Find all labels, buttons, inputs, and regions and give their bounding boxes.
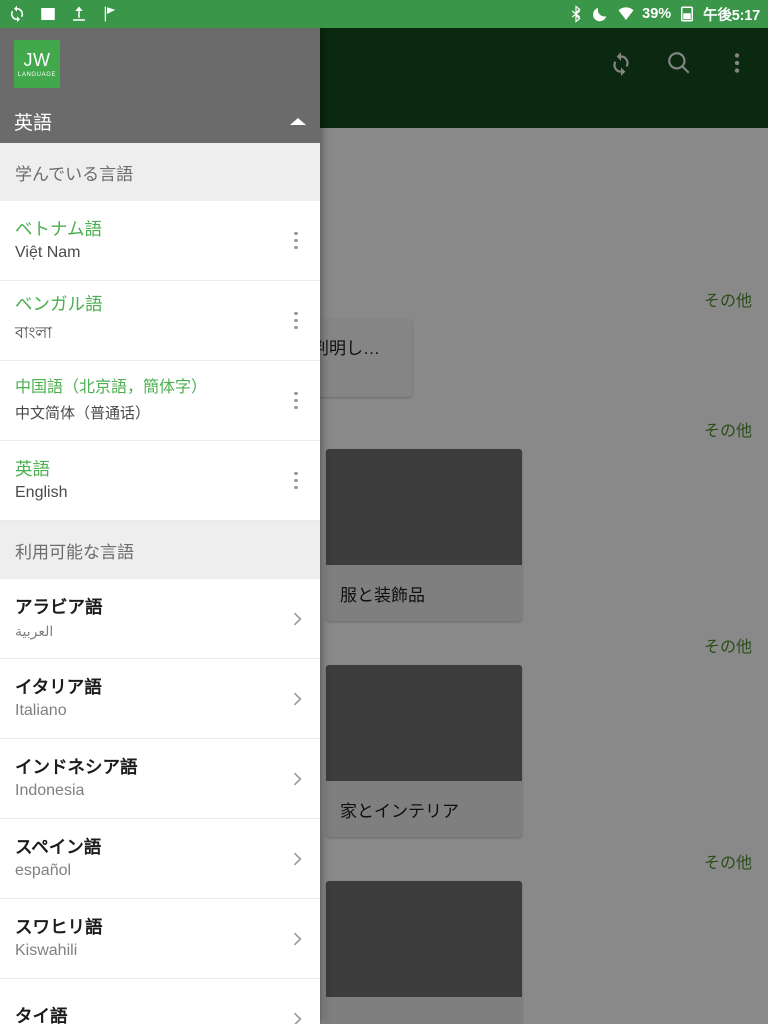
language-name: 中国語（北京語，簡体字）: [15, 379, 208, 396]
learning-language-item[interactable]: ベンガル語 বাংলা: [0, 281, 320, 361]
chevron-right-icon: [286, 848, 308, 870]
chevron-right-icon: [286, 768, 308, 790]
overflow-menu-icon[interactable]: [284, 384, 308, 418]
chevron-right-icon: [286, 928, 308, 950]
learning-language-item[interactable]: ベトナム語 Việt Nam: [0, 201, 320, 281]
status-bar-left-icons: [8, 5, 119, 23]
sync-icon: [10, 5, 24, 23]
logo-title: JW: [23, 49, 51, 70]
language-native-name: Kiswahili: [15, 942, 78, 960]
drawer-language-list[interactable]: 学んでいる言語 ベトナム語 Việt Nam ベンガル語 বাংলা 中国語（北…: [0, 143, 320, 1024]
language-name: スワヒリ語: [15, 916, 103, 937]
language-native-name: Indonesia: [15, 782, 85, 800]
drawer-header: JW LANGUAGE 英語: [0, 28, 320, 143]
drawer-language-selector[interactable]: 英語: [0, 99, 320, 143]
available-language-item[interactable]: インドネシア語 Indonesia: [0, 739, 320, 819]
status-bar-right-icons: 39% 午後5:17: [567, 4, 760, 25]
available-language-item[interactable]: イタリア語 Italiano: [0, 659, 320, 739]
app-logo: JW LANGUAGE: [14, 40, 60, 88]
overflow-menu-icon[interactable]: [284, 464, 308, 498]
language-name: 英語: [15, 458, 50, 479]
wifi-icon: [618, 7, 634, 20]
language-name: スペイン語: [15, 836, 102, 857]
do-not-disturb-moon-icon: [593, 8, 607, 22]
language-native-name: العربية: [15, 622, 54, 639]
language-native-name: Italiano: [15, 702, 67, 720]
chevron-right-icon: [286, 688, 308, 710]
language-native-name: 中文简体（普通话）: [15, 405, 151, 422]
section-header-available: 利用可能な言語: [0, 521, 320, 579]
language-native-name: Việt Nam: [15, 244, 81, 262]
available-language-item[interactable]: アラビア語 العربية: [0, 579, 320, 659]
bluetooth-icon: [572, 5, 581, 23]
upload-icon: [73, 6, 85, 21]
language-name: ベトナム語: [15, 218, 102, 239]
learning-language-item[interactable]: 英語 English: [0, 441, 320, 521]
chevron-right-icon: [286, 608, 308, 630]
clock-label: 午後5:17: [703, 7, 760, 24]
language-native-name: español: [15, 862, 72, 880]
language-name: アラビア語: [15, 597, 103, 618]
overflow-menu-icon[interactable]: [284, 224, 308, 258]
logo-subtitle: LANGUAGE: [17, 71, 57, 78]
battery-percent-label: 39%: [642, 6, 672, 22]
battery-icon: [681, 6, 694, 22]
available-language-item[interactable]: スワヒリ語 Kiswahili: [0, 899, 320, 979]
drawer-current-language: 英語: [14, 112, 53, 134]
language-native-name: English: [15, 484, 68, 502]
language-native-name: বাংলা: [15, 324, 52, 342]
flag-check-icon: [104, 6, 116, 22]
screen: 39% 午後5:17 tongue 舌: [0, 0, 768, 1024]
language-name: インドネシア語: [15, 756, 138, 777]
section-header-learning: 学んでいる言語: [0, 143, 320, 201]
available-language-item[interactable]: タイ語: [0, 979, 320, 1024]
photo-icon: [41, 8, 55, 20]
available-language-item[interactable]: スペイン語 español: [0, 819, 320, 899]
caret-up-icon: [290, 117, 306, 125]
navigation-drawer: JW LANGUAGE 英語 学んでいる言語 ベトナム語 Việt Nam ベン…: [0, 28, 320, 1024]
status-bar: 39% 午後5:17: [0, 0, 768, 28]
overflow-menu-icon[interactable]: [284, 304, 308, 338]
language-name: イタリア語: [15, 676, 102, 697]
learning-language-item[interactable]: 中国語（北京語，簡体字） 中文简体（普通话）: [0, 361, 320, 441]
language-name: ベンガル語: [15, 294, 103, 315]
chevron-right-icon: [286, 1008, 308, 1024]
language-name: タイ語: [15, 1005, 68, 1024]
